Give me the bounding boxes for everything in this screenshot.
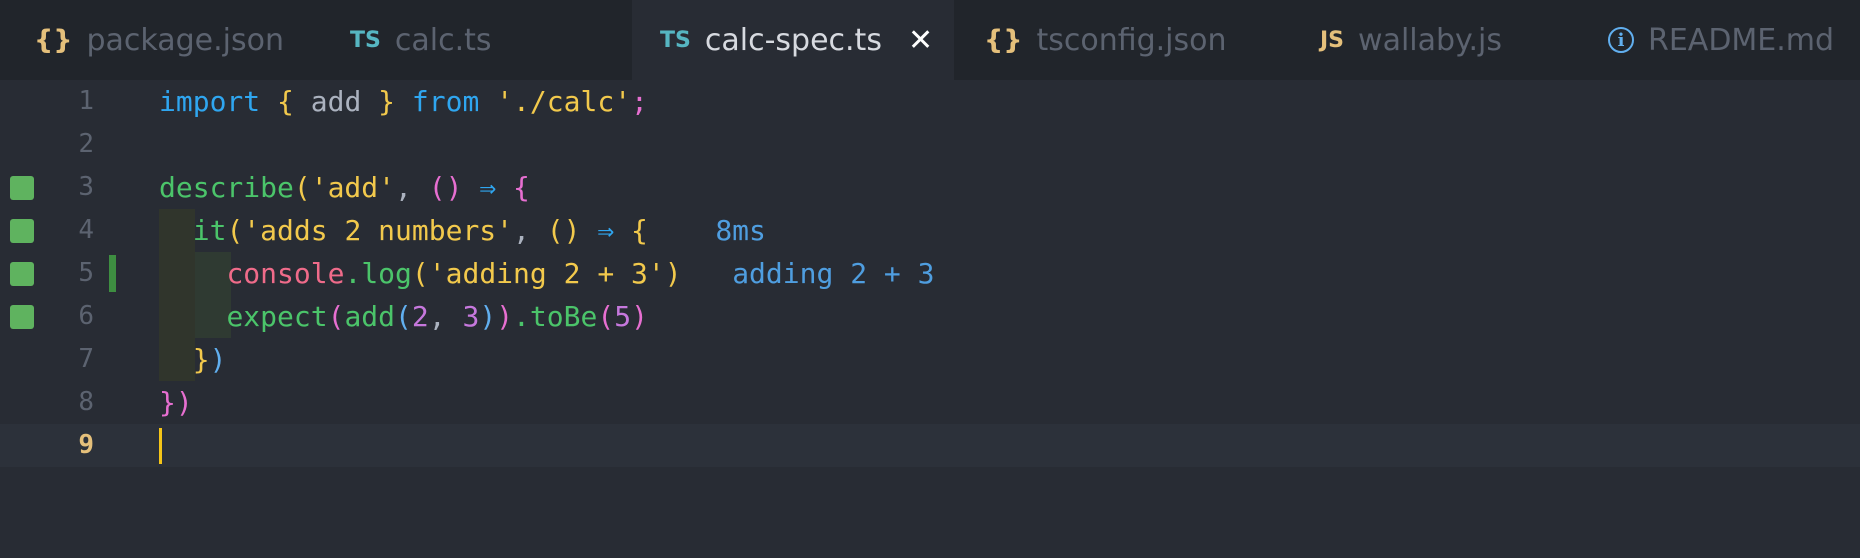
token-method: log [361, 257, 412, 290]
line-number: 7 [78, 344, 94, 374]
tab-bar: {} package.json TS calc.ts TS calc-spec.… [0, 0, 1860, 80]
line-number: 6 [78, 301, 94, 331]
code-line-9: 9 [0, 424, 1860, 467]
token-paren: ( [327, 300, 345, 333]
tab-label: wallaby.js [1358, 22, 1503, 58]
close-icon[interactable]: ✕ [908, 23, 933, 58]
token-brace: } [192, 343, 210, 376]
token-paren: ) [209, 343, 227, 376]
token-function: describe [159, 171, 294, 204]
tab-readme-md[interactable]: i README.md [1574, 0, 1860, 80]
token-paren: ) [479, 300, 497, 333]
token-brace: } [378, 85, 396, 118]
token-paren: ( [293, 171, 311, 204]
token-paren: ( [597, 300, 615, 333]
typescript-icon: TS [350, 27, 381, 53]
token-arrow: ⇒ [479, 171, 497, 204]
line-number: 9 [78, 430, 94, 460]
code-line-6: 6 expect(add(2, 3)).toBe(5) [0, 295, 1860, 338]
token-brace: { [277, 85, 294, 118]
token-string: './calc' [496, 85, 632, 118]
code-editor[interactable]: 1 import { add } from './calc'; 2 3 desc… [0, 80, 1860, 558]
token-paren: ( [411, 257, 429, 290]
token-string: 'adding 2 + 3' [428, 257, 665, 290]
token-identifier: add [293, 85, 379, 118]
code-line-3: 3 describe('add', () ⇒ { [0, 166, 1860, 209]
token-paren: ) [664, 257, 682, 290]
token-punctuation: ; [631, 85, 648, 118]
coverage-indicator [10, 219, 34, 243]
code-text: describe('add', () ⇒ { [159, 166, 530, 209]
code-text: expect(add(2, 3)).toBe(5) [159, 295, 648, 338]
token-paren: ( [395, 300, 412, 333]
tab-calc-spec-ts[interactable]: TS calc-spec.ts ✕ [632, 0, 954, 80]
token-paren: ) [175, 386, 193, 419]
javascript-icon: JS [1320, 27, 1345, 53]
tab-package-json[interactable]: {} package.json [0, 0, 316, 80]
line-number: 1 [78, 86, 94, 116]
token-brace: } [159, 386, 176, 419]
tab-label: README.md [1648, 22, 1835, 58]
tab-label: tsconfig.json [1036, 22, 1227, 58]
token-paren: ( [226, 214, 244, 247]
token-number: 3 [462, 300, 480, 333]
token-punctuation: , [513, 214, 547, 247]
text-cursor [159, 428, 162, 464]
json-braces-icon: {} [984, 24, 1023, 56]
code-text: it('adds 2 numbers', () ⇒ { 8ms [159, 209, 766, 252]
line-number: 3 [78, 172, 94, 202]
code-line-5: 5 console.log('adding 2 + 3') adding 2 +… [0, 252, 1860, 295]
line-number: 4 [78, 215, 94, 245]
coverage-indicator [10, 262, 34, 286]
token-object: console [226, 257, 345, 290]
token-punctuation: . [513, 300, 530, 333]
code-line-8: 8 }) [0, 381, 1860, 424]
code-text: }) [159, 381, 193, 424]
token-paren: () [546, 214, 581, 247]
tab-tsconfig-json[interactable]: {} tsconfig.json [954, 0, 1284, 80]
token-function: add [344, 300, 396, 333]
typescript-icon: TS [660, 27, 691, 53]
line-number: 2 [78, 129, 94, 159]
code-text: }) [159, 338, 227, 381]
token-method: toBe [529, 300, 598, 333]
console-output-annotation: adding 2 + 3 [732, 257, 935, 290]
tab-wallaby-js[interactable]: JS wallaby.js [1284, 0, 1574, 80]
modified-line-marker [109, 255, 116, 292]
code-text: console.log('adding 2 + 3') adding 2 + 3 [159, 252, 935, 295]
code-text: import { add } from './calc'; [159, 80, 648, 123]
code-line-1: 1 import { add } from './calc'; [0, 80, 1860, 123]
token-keyword: from [411, 85, 480, 118]
tab-label: calc-spec.ts [704, 22, 882, 58]
info-icon: i [1608, 27, 1634, 53]
tab-label: calc.ts [394, 22, 492, 58]
token-function: expect [226, 300, 328, 333]
token-paren: ) [496, 300, 514, 333]
tab-label: package.json [86, 22, 284, 58]
token-function: it [192, 214, 227, 247]
line-number: 8 [78, 387, 94, 417]
token-punctuation: . [344, 257, 362, 290]
tab-calc-ts[interactable]: TS calc.ts [316, 0, 632, 80]
coverage-indicator [10, 305, 34, 329]
token-brace: { [631, 214, 648, 247]
json-braces-icon: {} [34, 24, 73, 56]
line-number: 5 [78, 258, 94, 288]
token-number: 5 [614, 300, 632, 333]
coverage-indicator [10, 176, 34, 200]
code-line-2: 2 [0, 123, 1860, 166]
token-punctuation: , [428, 300, 463, 333]
token-string: 'add' [310, 171, 396, 204]
token-arrow: ⇒ [597, 214, 615, 247]
token-brace: { [513, 171, 530, 204]
test-duration-annotation: 8ms [715, 214, 766, 247]
token-keyword: import [159, 85, 261, 118]
token-punctuation: , [395, 171, 429, 204]
token-paren: ) [631, 300, 648, 333]
token-paren: () [428, 171, 463, 204]
token-string: 'adds 2 numbers' [243, 214, 514, 247]
code-line-7: 7 }) [0, 338, 1860, 381]
token-number: 2 [411, 300, 429, 333]
code-line-4: 4 it('adds 2 numbers', () ⇒ { 8ms [0, 209, 1860, 252]
